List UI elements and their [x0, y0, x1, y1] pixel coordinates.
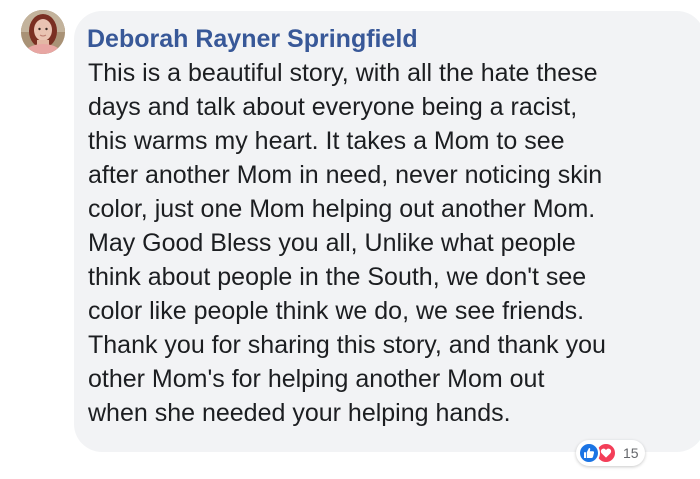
- comment-text-line: This is a beautiful story, with all the …: [88, 59, 598, 87]
- comment-text-line: when she needed your helping hands.: [88, 399, 511, 427]
- comment-bubble: Deborah Rayner Springfield This is a bea…: [74, 11, 700, 452]
- comment-text-line: May Good Bless you all, Unlike what peop…: [88, 229, 576, 257]
- comment-text-line: other Mom's for helping another Mom out: [88, 365, 545, 393]
- avatar[interactable]: [21, 10, 65, 54]
- comment: Deborah Rayner Springfield This is a bea…: [0, 0, 700, 479]
- comment-text: This is a beautiful story, with all the …: [88, 56, 700, 430]
- like-icon: [578, 442, 600, 464]
- comment-text-line: think about people in the South, we don'…: [88, 263, 587, 291]
- reaction-count: 15: [623, 445, 639, 461]
- author-name[interactable]: Deborah Rayner Springfield: [87, 22, 700, 56]
- comment-text-line: this warms my heart. It takes a Mom to s…: [88, 127, 565, 155]
- comment-text-line: Thank you for sharing this story, and th…: [88, 331, 606, 359]
- reaction-summary[interactable]: 15: [576, 440, 645, 466]
- comment-text-line: color like people think we do, we see fr…: [88, 297, 585, 325]
- comment-text-line: color, just one Mom helping out another …: [88, 195, 596, 223]
- comment-text-line: days and talk about everyone being a rac…: [88, 93, 578, 121]
- comment-text-line: after another Mom in need, never noticin…: [88, 161, 603, 189]
- profile-photo: [21, 10, 65, 54]
